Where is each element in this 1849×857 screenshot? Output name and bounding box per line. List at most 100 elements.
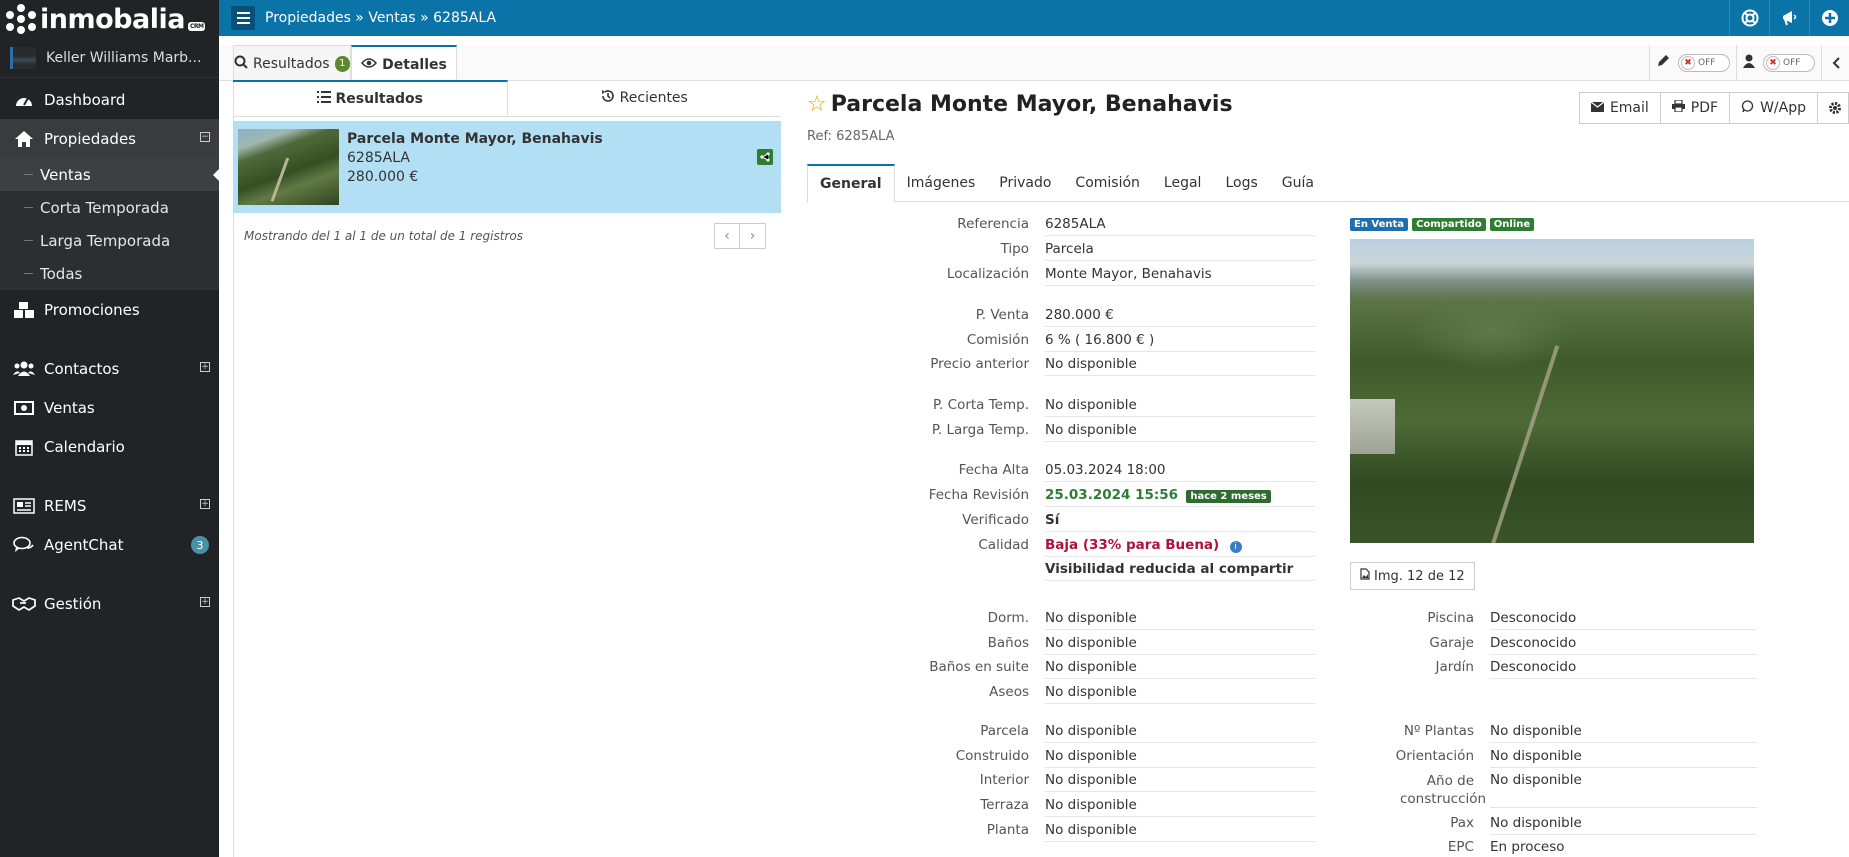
sidebar-item-promociones[interactable]: Promociones [0,290,219,329]
toggle-off-icon: ✖ [1681,56,1695,70]
sidebar-item-agentchat[interactable]: AgentChat 3 [0,525,219,564]
field-localizacion: Localización Monte Mayor, Benahavis [795,266,1315,286]
tab-logs[interactable]: Logs [1213,164,1269,202]
list-item[interactable]: Parcela Monte Mayor, Benahavis 6285ALA 2… [233,121,781,213]
print-icon [1671,99,1685,116]
subtab-resultados[interactable]: Resultados [233,80,508,116]
edit-mode-control: ✖ OFF [1649,45,1736,81]
status-badge: En Venta [1350,218,1409,231]
field-banos: Baños No disponible [795,635,1315,655]
agentchat-unread-badge: 3 [191,536,209,554]
property-main-photo[interactable] [1350,239,1754,543]
dashboard-gauge-icon [12,92,36,108]
email-button[interactable]: Email [1578,92,1661,124]
home-icon [12,130,36,148]
sidebar-item-propiedades[interactable]: Propiedades − [0,119,219,158]
next-page-button[interactable]: › [740,223,766,249]
user-icon[interactable] [1743,54,1755,72]
sidebar-item-label: AgentChat [44,535,124,554]
chevron-left-icon[interactable] [1821,45,1849,81]
menu-toggle-icon[interactable] [231,6,255,30]
agency-logo [10,46,36,69]
list-icon [316,91,331,107]
prev-page-button[interactable]: ‹ [714,223,740,249]
field-pax: Pax No disponible [1350,815,1757,835]
share-icon[interactable] [757,149,773,165]
tab-privado[interactable]: Privado [987,164,1063,202]
expand-icon[interactable]: + [200,597,210,607]
sidebar-item-label: Propiedades [44,129,136,148]
result-price: 280.000 € [347,169,419,185]
field-construido: Construido No disponible [795,748,1315,768]
collapse-icon[interactable]: − [200,132,210,142]
support-lifebuoy-icon[interactable] [1729,0,1769,36]
field-aseos: Aseos No disponible [795,684,1315,704]
pdf-button[interactable]: PDF [1660,92,1731,124]
tab-resultados[interactable]: Resultados 1 [233,45,351,81]
envelope-icon [1590,100,1605,116]
settings-gear-icon[interactable] [1818,92,1849,124]
sidebar-subitem-corta-temporada[interactable]: Corta Temporada [0,191,219,224]
tab-imagenes[interactable]: Imágenes [895,164,988,202]
sidebar-item-label: REMS [44,496,87,515]
logo-dots-icon [6,4,36,34]
results-count-badge: 1 [334,55,350,72]
sidebar-item-rems[interactable]: REMS + [0,486,219,525]
calendar-icon [12,438,36,456]
add-circle-icon[interactable] [1809,0,1849,36]
expand-icon[interactable]: + [200,499,210,509]
agency-selector[interactable]: Keller Williams Marb... [0,38,219,78]
subtab-recientes[interactable]: Recientes [508,80,782,116]
favorite-star-icon[interactable]: ☆ [807,92,827,117]
sidebar-subitem-larga-temporada[interactable]: Larga Temporada [0,224,219,257]
field-p-venta: P. Venta 280.000 € [795,307,1315,327]
field-banos-suite: Baños en suite No disponible [795,659,1315,679]
field-tipo: Tipo Parcela [795,241,1315,261]
sidebar-item-calendario[interactable]: Calendario [0,427,219,466]
field-jardin: Jardín Desconocido [1350,659,1757,679]
field-p-corta: P. Corta Temp. No disponible [795,397,1315,417]
tab-label: Detalles [382,56,447,73]
owner-toggle[interactable]: ✖ OFF [1763,54,1815,72]
sidebar-item-label: Contactos [44,359,120,378]
tab-general[interactable]: General [807,164,895,203]
image-counter-button[interactable]: Img. 12 de 12 [1350,562,1475,590]
whatsapp-button[interactable]: W/App [1730,92,1818,124]
bullhorn-icon[interactable] [1769,0,1809,36]
sidebar-item-dashboard[interactable]: Dashboard [0,80,219,119]
sidebar-item-label: Gestión [44,594,102,613]
whatsapp-icon [1741,99,1754,117]
tab-detalles[interactable]: Detalles [351,45,457,82]
results-panel: Resultados Recientes Parcela Monte Mayor… [233,80,781,259]
tab-comision[interactable]: Comisión [1063,164,1152,202]
status-badge: Online [1489,218,1535,231]
info-icon[interactable]: i [1229,541,1242,553]
field-planta: Planta No disponible [795,822,1315,842]
agency-name: Keller Williams Marb... [46,49,202,66]
sidebar-item-gestion[interactable]: Gestión + [0,584,219,623]
time-ago-badge: hace 2 meses [1186,490,1271,503]
expand-icon[interactable]: + [200,362,210,372]
app-logo[interactable]: inmobalia CRM [0,0,219,38]
sidebar-item-contactos[interactable]: Contactos + [0,349,219,388]
sidebar-item-label: Dashboard [44,90,126,109]
result-ref: 6285ALA [347,150,410,166]
detail-tabs: General Imágenes Privado Comisión Legal … [807,164,1849,203]
field-garaje: Garaje Desconocido [1350,635,1757,655]
field-terraza: Terraza No disponible [795,797,1315,817]
tab-legal[interactable]: Legal [1152,164,1214,202]
sidebar-item-label: Calendario [44,437,125,456]
sidebar-subitem-todas[interactable]: Todas [0,257,219,290]
money-icon [12,400,36,415]
field-fecha-revision: Fecha Revisión 25.03.2024 15:56 hace 2 m… [795,487,1315,507]
sidebar-item-ventas[interactable]: Ventas [0,388,219,427]
propiedades-submenu: Ventas Corta Temporada Larga Temporada T… [0,158,220,290]
breadcrumb: Propiedades » Ventas » 6285ALA [265,10,497,26]
field-visibilidad: Visibilidad reducida al compartir [795,561,1315,581]
edit-toggle[interactable]: ✖ OFF [1678,54,1730,72]
sidebar-subitem-ventas[interactable]: Ventas [0,158,220,191]
field-parcela: Parcela No disponible [795,723,1315,743]
tab-guia[interactable]: Guía [1270,164,1326,202]
pencil-icon[interactable] [1656,54,1670,72]
property-ref: Ref: 6285ALA [807,129,895,144]
